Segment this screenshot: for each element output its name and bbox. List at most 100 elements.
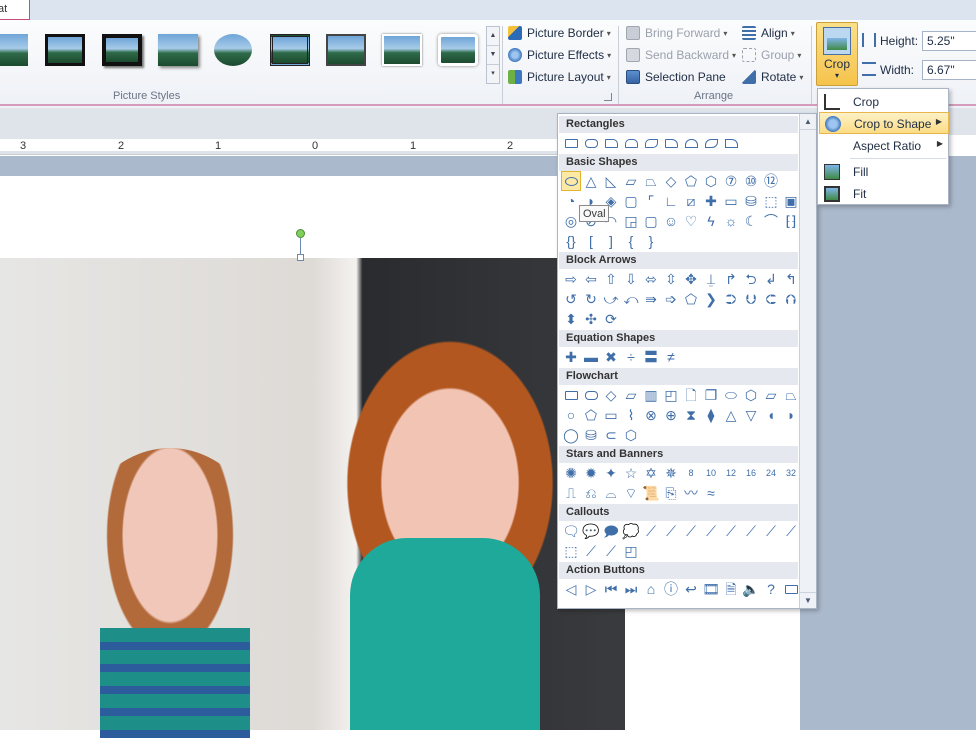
shape-gallery-scrollbar[interactable]: ▲ ▼	[799, 114, 816, 608]
data-shape-icon[interactable]: ▱	[621, 385, 641, 405]
notched-right-arrow-shape-icon[interactable]: ➩	[661, 289, 681, 309]
l-shape-icon[interactable]: ∟	[661, 191, 681, 211]
menu-item-crop-to-shape[interactable]: Crop to Shape ▶	[819, 112, 949, 134]
stored-data-shape-icon[interactable]: ◖	[761, 405, 781, 425]
cross-shape-icon[interactable]: ✚	[701, 191, 721, 211]
menu-item-aspect-ratio[interactable]: Aspect Ratio ▶	[819, 135, 949, 157]
selected-picture[interactable]	[0, 258, 625, 738]
process-shape-icon[interactable]	[561, 385, 581, 405]
dialog-launcher-icon[interactable]	[604, 93, 612, 101]
rectangle-shape-icon[interactable]	[561, 133, 581, 153]
document-shape-icon[interactable]: 🗋	[681, 385, 701, 405]
u-turn-arrow-shape-icon[interactable]: ⮌	[741, 269, 761, 289]
left-arrow-shape-icon[interactable]: ⇦	[581, 269, 601, 289]
line-callout-border-3-shape-icon[interactable]: ⟋	[601, 541, 621, 561]
5-point-star-shape-icon[interactable]: ☆	[621, 463, 641, 483]
curved-down-ribbon-shape-icon[interactable]: ⌔	[621, 483, 641, 503]
donut-shape-icon[interactable]: ◎	[561, 211, 581, 231]
left-arrow-callout-shape-icon[interactable]: ⮈	[761, 289, 781, 309]
left-right-arrow-shape-icon[interactable]: ⬄	[641, 269, 661, 289]
action-home-icon[interactable]: ⌂	[641, 579, 661, 599]
width-field[interactable]: 6.67"	[922, 60, 976, 80]
sort-shape-icon[interactable]: ⧫	[701, 405, 721, 425]
wave-shape-icon[interactable]: 〰	[681, 483, 701, 503]
lightning-bolt-shape-icon[interactable]: ϟ	[701, 211, 721, 231]
curved-right-arrow-shape-icon[interactable]: ↺	[561, 289, 581, 309]
folded-corner-shape-icon[interactable]: ◲	[621, 211, 641, 231]
left-right-up-arrow-shape-icon[interactable]: ⍊	[701, 269, 721, 289]
bring-forward-button[interactable]: Bring Forward ▾	[626, 23, 727, 43]
not-equal-shape-icon[interactable]: ≠	[661, 347, 681, 367]
right-bracket-shape-icon[interactable]: ]	[601, 231, 621, 251]
line-callout-border-1-shape-icon[interactable]: ⬚	[561, 541, 581, 561]
4-point-star-shape-icon[interactable]: ✦	[601, 463, 621, 483]
action-custom-icon[interactable]	[781, 579, 801, 599]
line-callout-1-shape-icon[interactable]: ⟋	[641, 521, 661, 541]
gallery-scroll[interactable]: ▲ ▼ ▾	[486, 26, 500, 84]
down-arrow-callout-shape-icon[interactable]: ⮋	[741, 289, 761, 309]
32-point-star-shape-icon[interactable]: 32	[781, 463, 801, 483]
action-document-icon[interactable]: 🗎	[721, 579, 741, 599]
rounded-rectangular-callout-shape-icon[interactable]: 💬	[581, 521, 601, 541]
diamond-shape-icon[interactable]: ◇	[661, 171, 681, 191]
sequential-access-storage-shape-icon[interactable]: ◯	[561, 425, 581, 445]
delay-shape-icon[interactable]: ◗	[781, 405, 801, 425]
equal-shape-icon[interactable]: 〓	[641, 347, 661, 367]
scroll-up-icon[interactable]: ▲	[800, 114, 816, 130]
down-arrow-shape-icon[interactable]: ⇩	[621, 269, 641, 289]
action-movie-icon[interactable]: 🎞	[701, 579, 721, 599]
decision-shape-icon[interactable]: ◇	[601, 385, 621, 405]
rotation-handle[interactable]	[296, 229, 305, 238]
bevel-shape-icon[interactable]: ▣	[781, 191, 801, 211]
double-brace-shape-icon[interactable]: {}	[561, 231, 581, 251]
line-callout-4-shape-icon[interactable]: ⟋	[701, 521, 721, 541]
style-thumb[interactable]	[102, 34, 142, 66]
left-right-arrow-callout-shape-icon[interactable]: ⬍	[561, 309, 581, 329]
line-callout-accent-1-shape-icon[interactable]: ⟋	[721, 521, 741, 541]
alternate-process-shape-icon[interactable]	[581, 385, 601, 405]
snip-corners-rectangle-icon[interactable]	[621, 133, 641, 153]
send-backward-button[interactable]: Send Backward ▾	[626, 45, 736, 65]
style-thumb[interactable]	[45, 34, 85, 66]
striped-right-arrow-shape-icon[interactable]: ⇛	[641, 289, 661, 309]
decagon-shape-icon[interactable]: ⑩	[741, 171, 761, 191]
off-page-connector-shape-icon[interactable]: ⬠	[581, 405, 601, 425]
moon-shape-icon[interactable]: ☾	[741, 211, 761, 231]
parallelogram-shape-icon[interactable]: ▱	[621, 171, 641, 191]
division-shape-icon[interactable]: ÷	[621, 347, 641, 367]
bent-up-arrow-shape-icon[interactable]: ↰	[781, 269, 801, 289]
curved-left-arrow-shape-icon[interactable]: ↻	[581, 289, 601, 309]
action-information-icon[interactable]: ⓘ	[661, 579, 681, 599]
height-field[interactable]: 5.25"	[922, 31, 976, 51]
explosion-1-shape-icon[interactable]: ✺	[561, 463, 581, 483]
manual-input-shape-icon[interactable]: ⏥	[761, 385, 781, 405]
gallery-more-icon[interactable]: ▾	[487, 65, 499, 84]
oval-callout-shape-icon[interactable]: 🗩	[601, 521, 621, 541]
line-callout-accent-3-shape-icon[interactable]: ⟋	[761, 521, 781, 541]
arc-shape-icon[interactable]: ⌒	[761, 211, 781, 231]
curved-down-arrow-shape-icon[interactable]: ⤺	[621, 289, 641, 309]
menu-item-fill[interactable]: Fill	[819, 161, 949, 183]
style-thumb[interactable]	[158, 34, 198, 66]
right-triangle-shape-icon[interactable]: ◺	[601, 171, 621, 191]
style-thumb[interactable]	[382, 34, 422, 66]
extract-shape-icon[interactable]: △	[721, 405, 741, 425]
half-frame-shape-icon[interactable]: ⌜	[641, 191, 661, 211]
magnetic-disk-shape-icon[interactable]: ⛁	[581, 425, 601, 445]
24-point-star-shape-icon[interactable]: 24	[761, 463, 781, 483]
cloud-callout-shape-icon[interactable]: 💭	[621, 521, 641, 541]
trapezoid-shape-icon[interactable]: ⏢	[641, 171, 661, 191]
left-bracket-shape-icon[interactable]: [	[581, 231, 601, 251]
cube-shape-icon[interactable]: ⬚	[761, 191, 781, 211]
triangle-shape-icon[interactable]: △	[581, 171, 601, 191]
gallery-down-icon[interactable]: ▼	[487, 46, 499, 65]
connector-shape-icon[interactable]: ○	[561, 405, 581, 425]
hexagon-shape-icon[interactable]: ⬡	[701, 171, 721, 191]
plus-shape-icon[interactable]: ✚	[561, 347, 581, 367]
round-same-side-rectangle-icon[interactable]	[681, 133, 701, 153]
16-point-star-shape-icon[interactable]: 16	[741, 463, 761, 483]
diagonal-snip-rectangle-icon[interactable]	[641, 133, 661, 153]
line-callout-accent-4-shape-icon[interactable]: ⟋	[781, 521, 801, 541]
action-back-icon[interactable]: ◁	[561, 579, 581, 599]
direct-access-storage-shape-icon[interactable]: ⊂	[601, 425, 621, 445]
